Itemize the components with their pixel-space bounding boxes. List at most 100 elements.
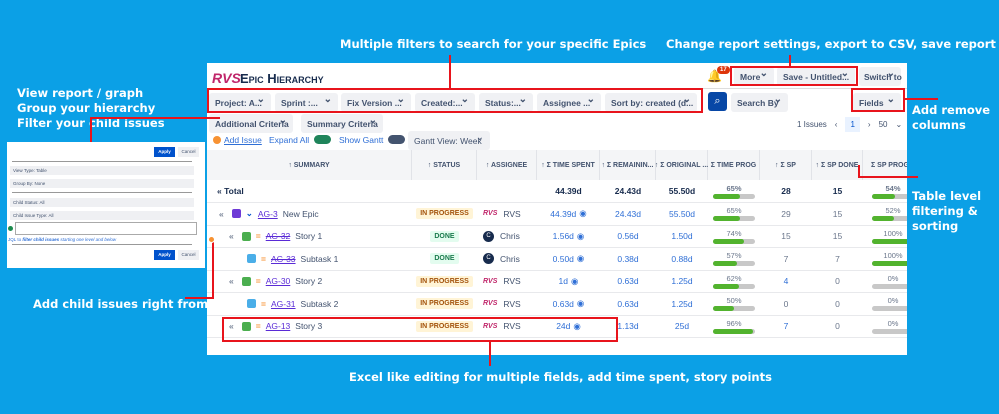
add-child-icon[interactable] (208, 236, 215, 243)
show-gantt-label: Show Gantt (339, 135, 384, 145)
sp-done-cell[interactable]: 7 (812, 248, 863, 270)
group-by-select[interactable]: Group By: None (10, 179, 194, 188)
time-spent-cell[interactable]: 44.39d ◉ (537, 203, 600, 225)
col-time-spent[interactable]: ↑ Σ TIME SPENT (537, 150, 600, 180)
total-original[interactable]: 55.50d (656, 180, 708, 202)
avatar: RVS (483, 300, 498, 308)
issue-summary[interactable]: Story 1 (295, 231, 322, 241)
switch-to-button[interactable]: Switch to (859, 67, 902, 86)
sp-prog-cell: 0% (863, 271, 907, 293)
remaining-cell[interactable]: 0.56d (600, 226, 656, 248)
issue-summary[interactable]: New Epic (283, 209, 319, 219)
issue-key-link[interactable]: AG-31 (271, 299, 296, 309)
annotation-columns: Add remove columns (912, 103, 991, 132)
jql-input[interactable] (15, 222, 197, 235)
assignee-cell[interactable]: C Chris (483, 248, 520, 270)
eye-icon: ◉ (576, 253, 585, 264)
remaining-cell[interactable]: 0.63d (600, 293, 656, 315)
col-status[interactable]: ↑ STATUS (412, 150, 477, 180)
sp-done-cell[interactable]: 0 (812, 293, 863, 315)
logo: RVS (212, 70, 241, 86)
original-cell[interactable]: 1.50d (656, 226, 708, 248)
original-cell[interactable]: 1.25d (656, 271, 708, 293)
check-icon (8, 226, 13, 231)
additional-criteria-button[interactable]: Additional Criteria (209, 114, 293, 133)
col-summary[interactable]: ↑ SUMMARY (207, 150, 412, 180)
view-type-select[interactable]: View Type: Table (10, 166, 194, 175)
search-icon[interactable]: ⌕ (708, 92, 727, 111)
original-cell[interactable]: 1.25d (656, 293, 708, 315)
issue-summary[interactable]: Subtask 2 (301, 299, 339, 309)
sp-done-cell[interactable]: 0 (812, 271, 863, 293)
assignee-cell[interactable]: C Chris (483, 226, 520, 248)
chevron-down-icon: ⌄ (245, 208, 253, 219)
issue-summary[interactable]: Subtask 1 (301, 254, 339, 264)
table-row: « = AG-32 Story 1 DONE C Chris 1.56d ◉ 0.5… (207, 226, 907, 248)
gantt-toggle-on[interactable] (314, 135, 331, 144)
gantt-toggle-off[interactable] (388, 135, 405, 144)
total-remaining[interactable]: 24.43d (600, 180, 656, 202)
sp-cell[interactable]: 0 (760, 293, 812, 315)
apply-button-bottom[interactable]: Apply (154, 250, 175, 260)
total-row: « Total 44.39d 24.43d 55.50d 65% 28 15 54% (207, 180, 907, 203)
next-page-icon[interactable]: › (868, 120, 871, 129)
apply-button[interactable]: Apply (154, 147, 175, 157)
remaining-cell[interactable]: 24.43d (600, 203, 656, 225)
page-button[interactable]: 1 (845, 117, 860, 132)
total-sp[interactable]: 28 (760, 180, 812, 202)
prev-page-icon[interactable]: ‹ (835, 120, 838, 129)
expand-all-link[interactable]: Expand All (269, 135, 309, 145)
issue-summary[interactable]: Story 2 (295, 276, 322, 286)
page-size-select[interactable]: 50 (879, 120, 888, 129)
search-by-button[interactable]: Search By (731, 93, 788, 112)
col-time-prog[interactable]: Σ TIME PROG (708, 150, 760, 180)
issue-key-link[interactable]: AG-30 (266, 276, 291, 286)
avatar: RVS (483, 210, 498, 218)
sp-cell[interactable]: 7 (760, 316, 812, 338)
annotation-table-filter: Table level filtering & sorting (912, 189, 982, 233)
time-spent-cell[interactable]: 0.50d ◉ (537, 248, 600, 270)
original-cell[interactable]: 55.50d (656, 203, 708, 225)
time-prog-cell: 50% (708, 293, 760, 315)
time-spent-cell[interactable]: 1.56d ◉ (537, 226, 600, 248)
original-cell[interactable]: 25d (656, 316, 708, 338)
assignee-cell[interactable]: RVS RVS (483, 293, 521, 315)
original-cell[interactable]: 0.88d (656, 248, 708, 270)
annotation-settings: Change report settings, export to CSV, s… (666, 37, 996, 51)
issue-key-link[interactable]: AG-32 (266, 231, 291, 241)
summary-criteria-button[interactable]: Summary Criteria (301, 114, 383, 133)
col-sp[interactable]: ↑ Σ SP (760, 150, 812, 180)
child-status-select[interactable]: Child Status: All (10, 198, 194, 207)
sp-done-cell[interactable]: 15 (812, 203, 863, 225)
status-badge: IN PROGRESS (416, 275, 473, 287)
sp-done-cell[interactable]: 15 (812, 226, 863, 248)
remaining-cell[interactable]: 0.63d (600, 271, 656, 293)
assignee-cell[interactable]: RVS RVS (483, 203, 521, 225)
issue-key-link[interactable]: AG-3 (258, 209, 278, 219)
child-type-select[interactable]: Child Issue Type: All (10, 211, 194, 220)
issue-key-link[interactable]: AG-33 (271, 254, 296, 264)
time-prog-cell: 65% (708, 203, 760, 225)
col-assignee[interactable]: ↑ ASSIGNEE (477, 150, 537, 180)
col-sp-done[interactable]: ↑ Σ SP DONE (812, 150, 863, 180)
sp-cell[interactable]: 29 (760, 203, 812, 225)
total-time-spent[interactable]: 44.39d (537, 180, 600, 202)
add-icon[interactable] (213, 136, 221, 144)
col-remaining[interactable]: ↑ Σ REMAININ... (600, 150, 656, 180)
add-issue-link[interactable]: Add Issue (224, 135, 262, 145)
assignee-cell[interactable]: RVS RVS (483, 271, 521, 293)
sp-cell[interactable]: 7 (760, 248, 812, 270)
cancel-button[interactable]: Cancel (178, 147, 199, 157)
cancel-button-bottom[interactable]: Cancel (178, 250, 199, 260)
sp-cell[interactable]: 15 (760, 226, 812, 248)
sp-cell[interactable]: 4 (760, 271, 812, 293)
sp-done-cell[interactable]: 0 (812, 316, 863, 338)
time-spent-cell[interactable]: 0.63d ◉ (537, 293, 600, 315)
eye-icon: ◉ (576, 230, 585, 241)
remaining-cell[interactable]: 0.38d (600, 248, 656, 270)
total-sp-done[interactable]: 15 (812, 180, 863, 202)
gantt-view-select[interactable]: Gantt View: Week (408, 131, 490, 150)
col-original[interactable]: ↑ Σ ORIGINAL ... (655, 150, 708, 180)
time-spent-cell[interactable]: 1d ◉ (537, 271, 600, 293)
annotation-filters: Multiple filters to search for your spec… (340, 37, 647, 51)
